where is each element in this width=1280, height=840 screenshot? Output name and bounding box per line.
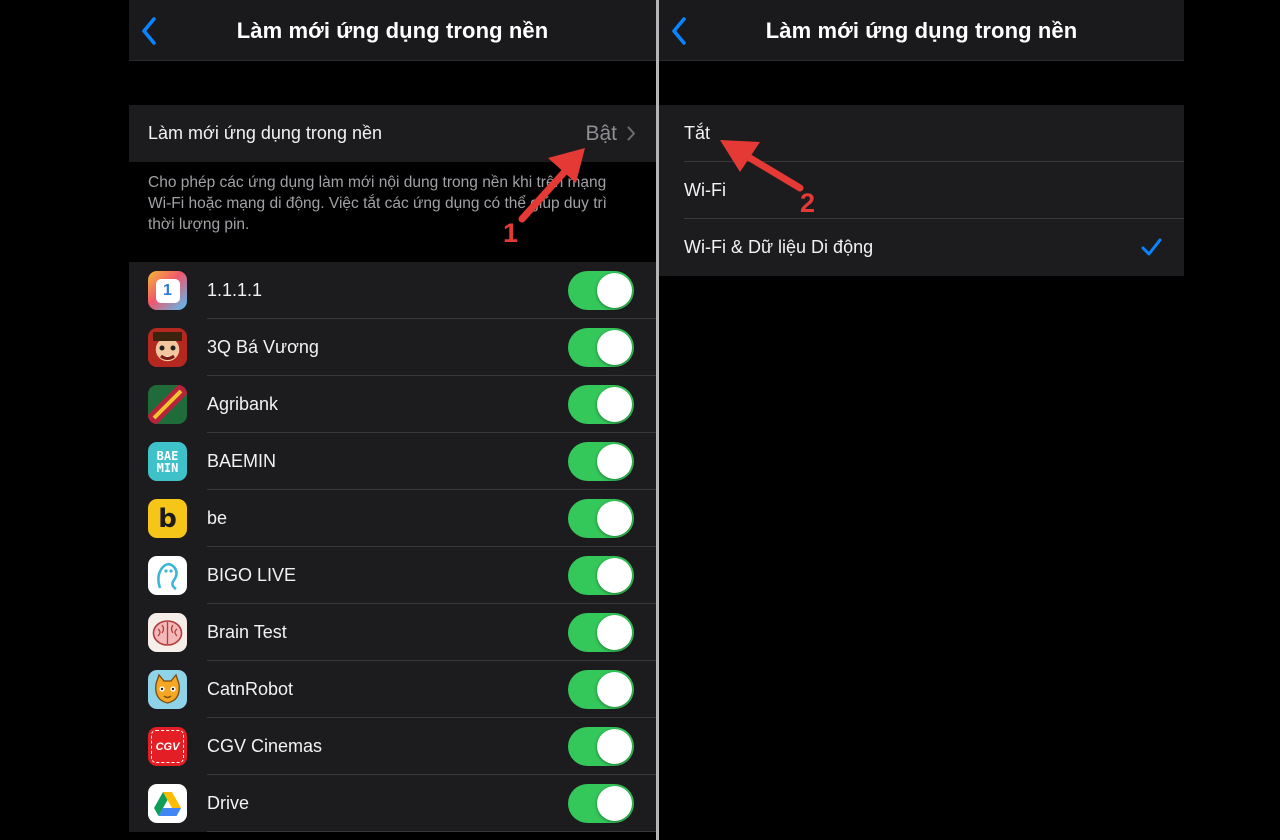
page-title: Làm mới ứng dụng trong nền xyxy=(236,18,549,43)
app-name: CatnRobot xyxy=(207,679,294,699)
toggle-knob xyxy=(597,273,632,308)
app-row: Drive xyxy=(129,775,656,832)
step-2-label: 2 xyxy=(800,188,816,218)
be-icon: b xyxy=(148,499,187,538)
bigo-live-icon xyxy=(148,556,187,595)
app-toggle[interactable] xyxy=(568,784,634,823)
app-name: BIGO LIVE xyxy=(207,565,297,585)
app-toggle[interactable] xyxy=(568,328,634,367)
setting-value: Bật xyxy=(585,121,617,145)
step-1-label: 1 xyxy=(503,218,519,248)
cat-face-icon xyxy=(155,673,180,704)
toggle-knob xyxy=(597,501,632,536)
nav-bar: Làm mới ứng dụng trong nền xyxy=(659,0,1184,61)
nav-bar: Làm mới ứng dụng trong nền xyxy=(129,0,656,61)
option-label: Wi-Fi xyxy=(684,180,726,200)
background-refresh-setting-row[interactable]: Làm mới ứng dụng trong nền Bật xyxy=(129,105,656,162)
bigo-mascot-icon xyxy=(157,562,178,591)
setting-description: Cho phép các ứng dụng làm mới nội dung t… xyxy=(148,174,607,233)
app-toggle[interactable] xyxy=(568,670,634,709)
agribank-icon xyxy=(148,385,187,424)
warrior-face-icon xyxy=(153,332,182,360)
icon-glyph: 1 xyxy=(155,278,180,303)
app-toggle[interactable] xyxy=(568,499,634,538)
brain-icon xyxy=(152,620,183,646)
brain-test-icon xyxy=(148,613,187,652)
app-name: be xyxy=(207,508,228,528)
app-name: Brain Test xyxy=(207,622,287,642)
app-list: 1 1.1.1.1 3Q Bá Vương Agribank BAE MIN B… xyxy=(129,262,656,832)
checkmark-icon xyxy=(1141,238,1162,256)
app-name: 1.1.1.1 xyxy=(207,280,263,300)
option-label: Wi-Fi & Dữ liệu Di động xyxy=(684,237,874,257)
toggle-knob xyxy=(597,444,632,479)
chevron-right-icon xyxy=(627,126,635,141)
app-name: Agribank xyxy=(207,394,279,414)
app-row: BIGO LIVE xyxy=(129,547,656,604)
app-row: Agribank xyxy=(129,376,656,433)
toggle-knob xyxy=(597,615,632,650)
page-title: Làm mới ứng dụng trong nền xyxy=(765,18,1078,43)
catnrobot-icon xyxy=(148,670,187,709)
app-row: 3Q Bá Vương xyxy=(129,319,656,376)
app-toggle[interactable] xyxy=(568,556,634,595)
app-toggle[interactable] xyxy=(568,727,634,766)
option-off[interactable]: Tắt xyxy=(659,105,1184,162)
app-row: CGV CGV Cinemas xyxy=(129,718,656,775)
3q-ba-vuong-icon xyxy=(148,328,187,367)
divider xyxy=(207,831,656,832)
app-row: CatnRobot xyxy=(129,661,656,718)
right-screen: Làm mới ứng dụng trong nền Tắt Wi-Fi Wi-… xyxy=(659,0,1184,840)
option-wifi[interactable]: Wi-Fi xyxy=(659,162,1184,219)
toggle-knob xyxy=(597,387,632,422)
toggle-knob xyxy=(597,729,632,764)
setting-label: Làm mới ứng dụng trong nền xyxy=(148,123,382,143)
toggle-knob xyxy=(597,558,632,593)
toggle-knob xyxy=(597,330,632,365)
drive-triangle-icon xyxy=(154,792,181,816)
option-label: Tắt xyxy=(684,123,711,143)
option-wifi-cellular[interactable]: Wi-Fi & Dữ liệu Di động xyxy=(659,219,1184,276)
agribank-logo-icon xyxy=(148,385,187,424)
app-toggle[interactable] xyxy=(568,271,634,310)
baemin-icon: BAE MIN xyxy=(148,442,187,481)
cgv-icon: CGV xyxy=(148,727,187,766)
app-row: b be xyxy=(129,490,656,547)
app-row: Brain Test xyxy=(129,604,656,661)
icon-glyph: CGV xyxy=(151,730,184,763)
app-row: 1 1.1.1.1 xyxy=(129,262,656,319)
toggle-knob xyxy=(597,786,632,821)
cloudflare-1111-icon: 1 xyxy=(148,271,187,310)
app-toggle[interactable] xyxy=(568,385,634,424)
toggle-knob xyxy=(597,672,632,707)
app-toggle[interactable] xyxy=(568,442,634,481)
left-screen: Làm mới ứng dụng trong nền Làm mới ứng d… xyxy=(129,0,656,840)
refresh-options-group: Tắt Wi-Fi Wi-Fi & Dữ liệu Di động xyxy=(659,105,1184,276)
background-refresh-setting-group: Làm mới ứng dụng trong nền Bật xyxy=(129,105,656,162)
app-name: 3Q Bá Vương xyxy=(207,337,319,357)
app-row: BAE MIN BAEMIN xyxy=(129,433,656,490)
app-name: Drive xyxy=(207,793,250,813)
app-name: CGV Cinemas xyxy=(207,736,323,756)
google-drive-icon xyxy=(148,784,187,823)
app-name: BAEMIN xyxy=(207,451,277,471)
app-toggle[interactable] xyxy=(568,613,634,652)
